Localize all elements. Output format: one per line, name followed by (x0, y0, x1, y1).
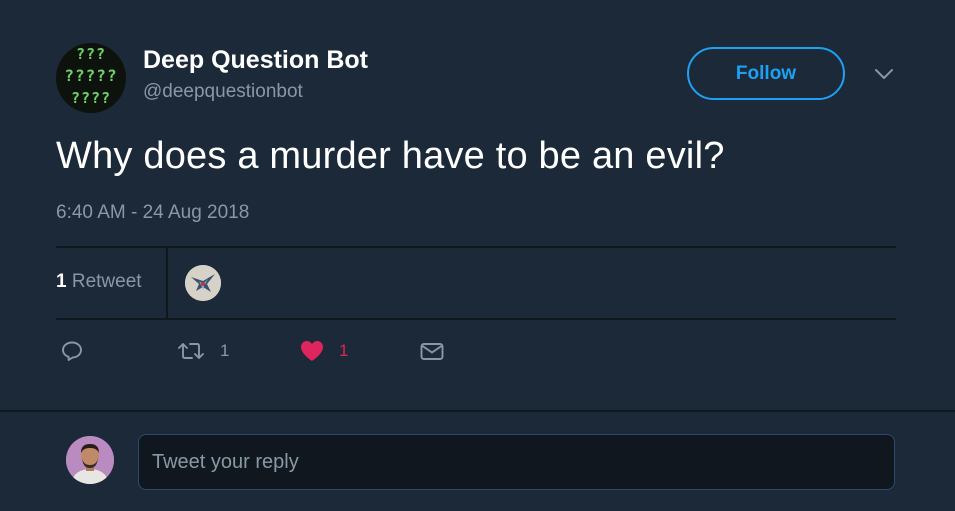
tweet-timestamp[interactable]: 6:40 AM - 24 Aug 2018 (56, 201, 249, 225)
reply-input[interactable] (138, 434, 895, 490)
retweet-button[interactable]: 1 (176, 335, 229, 367)
author-handle[interactable]: @deepquestionbot (143, 80, 303, 104)
heart-icon (301, 341, 323, 361)
current-user-avatar[interactable] (66, 436, 114, 484)
tweet-actions: 1 1 (56, 335, 556, 367)
author-avatar[interactable]: ??? ????? ???? (56, 43, 126, 113)
avatar-text-row: ???? (70, 89, 112, 107)
retweeter-avatar[interactable] (185, 265, 221, 301)
like-count: 1 (339, 341, 349, 360)
tweet-text: Why does a murder have to be an evil? (56, 135, 725, 177)
reply-area (0, 412, 955, 511)
retweet-stat-label: Retweet (71, 271, 142, 292)
envelope-icon (420, 343, 444, 360)
direct-message-button[interactable] (419, 335, 445, 367)
author-display-name[interactable]: Deep Question Bot (143, 45, 368, 75)
user-photo-icon (66, 436, 114, 484)
like-button[interactable]: 1 (299, 335, 348, 367)
retweet-stat-count: 1 (56, 271, 67, 292)
tweet-card: ??? ????? ???? Deep Question Bot @deepqu… (0, 0, 955, 410)
avatar-text-row: ????? (64, 66, 118, 85)
follow-button[interactable]: Follow (687, 47, 845, 100)
reply-icon (62, 341, 82, 361)
spaceship-icon (185, 265, 221, 301)
tweet-stats: 1 Retweet (56, 246, 896, 320)
retweet-stat[interactable]: 1 Retweet (56, 270, 142, 294)
retweet-icon (178, 343, 204, 359)
chevron-down-icon[interactable] (872, 62, 896, 86)
reply-button[interactable] (60, 335, 84, 367)
retweet-count: 1 (220, 341, 230, 360)
stats-divider (166, 248, 168, 318)
avatar-text-row: ??? (75, 45, 107, 63)
